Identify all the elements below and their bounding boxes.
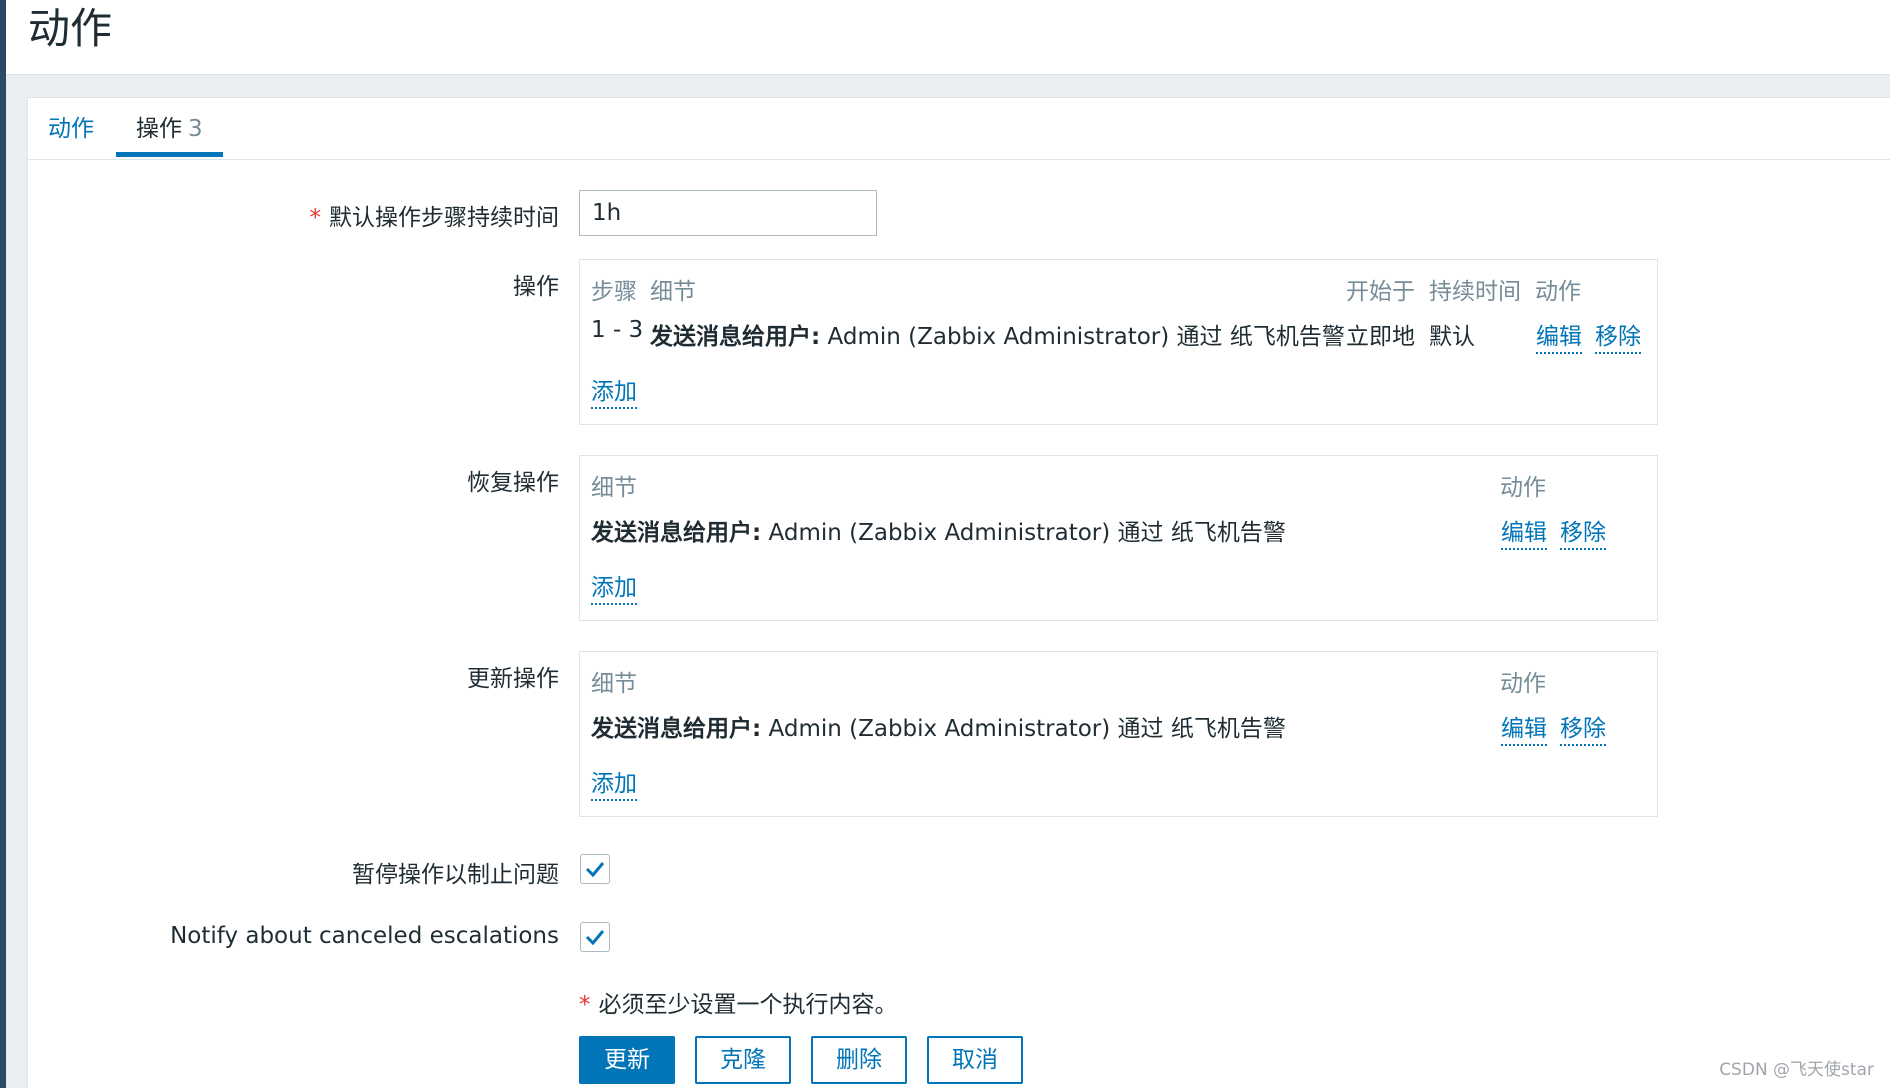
operation-row-duration: 默认 xyxy=(1429,324,1475,350)
operation-row-start: 立即地 xyxy=(1346,324,1415,350)
operation-add-link[interactable]: 添加 xyxy=(591,372,637,409)
tab-bar: 动作 操作 3 xyxy=(28,98,1890,160)
tab-action[interactable]: 动作 xyxy=(48,112,94,157)
update-remove-link[interactable]: 移除 xyxy=(1560,709,1606,746)
operation-remove-link[interactable]: 移除 xyxy=(1595,317,1641,354)
required-note: * 必须至少设置一个执行内容。 xyxy=(579,992,898,1018)
page-title: 动作 xyxy=(28,4,113,53)
notify-canceled-checkbox[interactable] xyxy=(580,922,610,952)
operations-table: 步骤 细节 开始于 持续时间 动作 1 - 3 发送消息给用户: Admin (… xyxy=(579,259,1658,425)
operation-row-detail: 发送消息给用户: Admin (Zabbix Administrator) 通过… xyxy=(650,324,1345,350)
update-row-detail: 发送消息给用户: Admin (Zabbix Administrator) 通过… xyxy=(591,716,1286,742)
delete-button[interactable]: 删除 xyxy=(811,1036,907,1084)
operation-row-steps: 1 - 3 xyxy=(591,317,644,343)
operation-edit-link[interactable]: 编辑 xyxy=(1536,317,1582,354)
update-header-details: 细节 xyxy=(591,671,637,697)
notify-canceled-label: Notify about canceled escalations xyxy=(170,923,559,949)
recovery-row-detail: 发送消息给用户: Admin (Zabbix Administrator) 通过… xyxy=(591,520,1286,546)
recovery-remove-link[interactable]: 移除 xyxy=(1560,513,1606,550)
operations-header-steps: 步骤 xyxy=(591,279,637,305)
tab-action-label: 动作 xyxy=(48,116,94,142)
update-button[interactable]: 更新 xyxy=(579,1036,675,1084)
operations-header-action: 动作 xyxy=(1535,279,1581,305)
required-marker: * xyxy=(579,992,591,1018)
recovery-operations-table: 细节 动作 发送消息给用户: Admin (Zabbix Administrat… xyxy=(579,455,1658,621)
operations-header-start: 开始于 xyxy=(1346,279,1415,305)
update-add-link[interactable]: 添加 xyxy=(591,764,637,801)
recovery-operations-label: 恢复操作 xyxy=(467,470,559,496)
clone-button[interactable]: 克隆 xyxy=(695,1036,791,1084)
recovery-header-action: 动作 xyxy=(1500,475,1546,501)
tab-operations-count: 3 xyxy=(188,116,203,142)
default-duration-label: * 默认操作步骤持续时间 xyxy=(309,205,560,231)
recovery-header-details: 细节 xyxy=(591,475,637,501)
checkmark-icon xyxy=(585,862,605,878)
operations-label: 操作 xyxy=(513,274,559,300)
required-marker: * xyxy=(309,205,322,231)
pause-operations-checkbox[interactable] xyxy=(580,854,610,884)
update-operations-table: 细节 动作 发送消息给用户: Admin (Zabbix Administrat… xyxy=(579,651,1658,817)
cancel-button[interactable]: 取消 xyxy=(927,1036,1023,1084)
operations-header-duration: 持续时间 xyxy=(1429,279,1521,305)
update-edit-link[interactable]: 编辑 xyxy=(1501,709,1547,746)
tab-operations[interactable]: 操作 3 xyxy=(116,112,223,157)
default-duration-input[interactable] xyxy=(579,190,877,236)
operations-header-details: 细节 xyxy=(650,279,696,305)
update-operations-label: 更新操作 xyxy=(467,666,559,692)
pause-operations-label: 暂停操作以制止问题 xyxy=(352,862,559,888)
watermark: CSDN @飞天使star xyxy=(1719,1060,1874,1080)
recovery-edit-link[interactable]: 编辑 xyxy=(1501,513,1547,550)
update-header-action: 动作 xyxy=(1500,671,1546,697)
recovery-add-link[interactable]: 添加 xyxy=(591,568,637,605)
checkmark-icon xyxy=(585,930,605,946)
tab-operations-label: 操作 xyxy=(136,116,182,142)
sidebar-edge xyxy=(0,0,6,1088)
page-header: 动作 xyxy=(6,0,1890,75)
